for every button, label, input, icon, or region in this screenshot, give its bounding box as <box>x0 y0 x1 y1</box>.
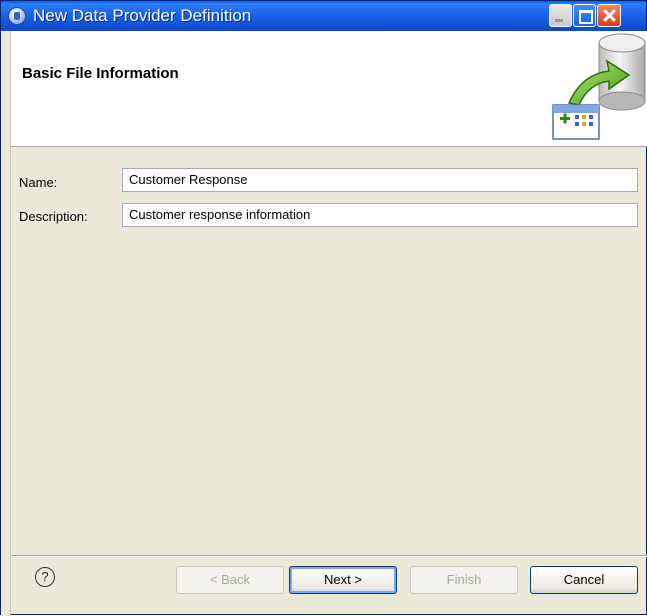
description-label: Description: <box>19 209 88 224</box>
close-button[interactable] <box>597 4 621 27</box>
cancel-button[interactable]: Cancel <box>530 566 638 594</box>
finish-button[interactable]: Finish <box>410 566 518 594</box>
button-bar-divider-highlight <box>11 556 647 557</box>
title-bar[interactable]: New Data Provider Definition <box>1 1 646 31</box>
name-field[interactable]: Customer Response <box>122 168 638 192</box>
dialog-window: New Data Provider Definition Basic File … <box>0 0 647 616</box>
window-title: New Data Provider Definition <box>33 6 252 25</box>
name-label: Name: <box>19 175 58 190</box>
description-field[interactable]: Customer response information <box>122 203 638 227</box>
help-icon[interactable]: ? <box>35 567 55 587</box>
page-title: Basic File Information <box>22 65 179 82</box>
wizard-banner: Basic File Information <box>11 31 647 147</box>
maximize-button[interactable] <box>573 4 596 27</box>
data-provider-wizard-icon <box>552 33 646 140</box>
dialog-left-frame <box>1 31 11 616</box>
next-button[interactable]: Next > <box>289 566 397 594</box>
back-button[interactable]: < Back <box>176 566 284 594</box>
app-icon <box>8 7 26 25</box>
minimize-button[interactable] <box>549 4 572 27</box>
